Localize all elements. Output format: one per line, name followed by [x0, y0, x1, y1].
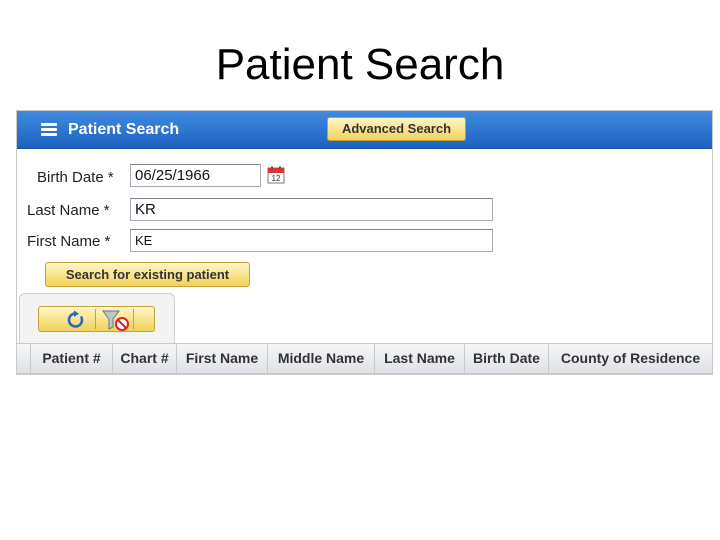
- column-header-birth-date[interactable]: Birth Date: [464, 344, 548, 373]
- results-tab: [19, 293, 175, 345]
- panel-header: Patient Search Advanced Search: [17, 111, 712, 149]
- column-header-last-name[interactable]: Last Name: [374, 344, 464, 373]
- svg-text:12: 12: [272, 174, 281, 183]
- column-header-middle-name[interactable]: Middle Name: [267, 344, 374, 373]
- column-header-chart-number[interactable]: Chart #: [112, 344, 176, 373]
- calendar-icon[interactable]: 12: [267, 166, 285, 184]
- filter-clear-icon[interactable]: [101, 309, 131, 331]
- results-toolbar: [38, 306, 155, 332]
- toolbar-divider: [133, 309, 134, 329]
- column-header-first-name[interactable]: First Name: [176, 344, 267, 373]
- panel-title: Patient Search: [68, 121, 180, 138]
- menu-icon[interactable]: [41, 123, 57, 137]
- column-header-county-of-residence[interactable]: County of Residence: [548, 344, 712, 373]
- search-existing-patient-button[interactable]: Search for existing patient: [45, 262, 250, 287]
- advanced-search-button[interactable]: Advanced Search: [327, 117, 466, 141]
- last-name-field[interactable]: [130, 198, 493, 221]
- birth-date-label: Birth Date *: [37, 169, 114, 186]
- last-name-label: Last Name *: [27, 202, 110, 219]
- birth-date-field[interactable]: [130, 164, 261, 187]
- column-header-patient-number[interactable]: Patient #: [30, 344, 112, 373]
- first-name-label: First Name *: [27, 233, 111, 250]
- toolbar-divider: [95, 309, 96, 329]
- refresh-icon[interactable]: [66, 310, 86, 330]
- results-grid-header: Patient # Chart # First Name Middle Name…: [17, 343, 712, 374]
- patient-search-panel: Patient Search Advanced Search Birth Dat…: [16, 110, 713, 375]
- first-name-field[interactable]: [130, 229, 493, 252]
- slide-title: Patient Search: [215, 40, 505, 89]
